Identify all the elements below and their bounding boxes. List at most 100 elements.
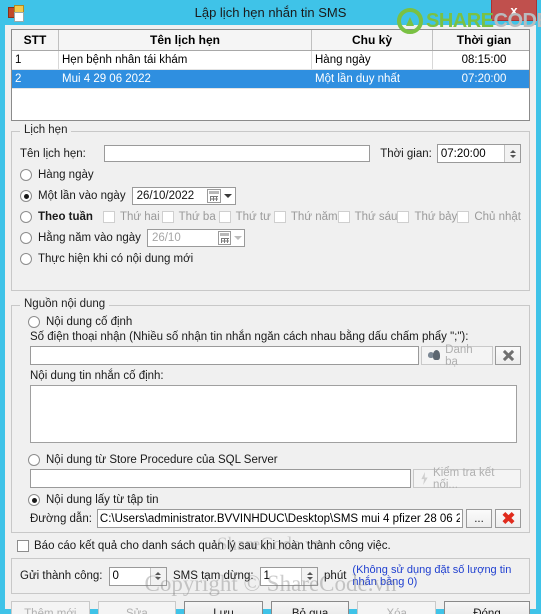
column-header-cycle[interactable]: Chu kỳ <box>311 30 433 51</box>
cell-stt: 1 <box>12 50 59 70</box>
label-sunday: Chủ nhật <box>474 211 521 223</box>
checkbox-friday[interactable] <box>337 211 350 223</box>
radio-fixed-content-row[interactable]: Nội dung cố định <box>20 316 521 328</box>
column-header-time[interactable]: Thời gian <box>432 30 529 51</box>
close-button[interactable]: Đóng <box>443 601 530 614</box>
file-path-input[interactable] <box>96 509 463 528</box>
lightning-icon <box>421 472 428 485</box>
cell-time: 07:20:00 <box>432 69 529 89</box>
radio-store-procedure-row[interactable]: Nội dung từ Store Procedure của SQL Serv… <box>20 454 521 466</box>
radio-from-file-row[interactable]: Nội dung lấy từ tập tin <box>20 494 521 506</box>
browse-file-button[interactable]: ... <box>466 509 492 528</box>
phone-number-label: Số điện thoại nhận (Nhiều số nhận tin nh… <box>30 331 469 343</box>
radio-on-new-content[interactable] <box>20 253 32 265</box>
appointment-name-label: Tên lịch hẹn: <box>20 147 86 160</box>
radio-weekly-label: Theo tuần <box>38 211 93 223</box>
appointment-time-input[interactable] <box>437 145 504 162</box>
add-new-button[interactable]: Thêm mới <box>11 601 90 614</box>
cell-name: Mui 4 29 06 2022 <box>58 69 312 89</box>
radio-once-label: Một lần vào ngày <box>38 190 126 202</box>
radio-daily-row[interactable]: Hàng ngày <box>20 169 521 181</box>
report-results-checkbox[interactable] <box>17 540 29 552</box>
radio-from-file-label: Nội dung lấy từ tập tin <box>46 494 159 506</box>
sent-spinner-arrows[interactable] <box>149 567 166 585</box>
chevron-down-icon[interactable] <box>232 230 244 246</box>
radio-weekly-row[interactable]: Theo tuần Thứ hai Thứ ba Thứ tư Thứ năm … <box>20 211 521 223</box>
message-content-label: Nội dung tin nhắn cố định: <box>30 370 164 382</box>
radio-from-file[interactable] <box>28 494 40 506</box>
cell-cycle: Hàng ngày <box>311 50 433 70</box>
radio-on-new-content-label: Thực hiện khi có nội dung mới <box>38 253 194 265</box>
once-date-picker[interactable]: 26/10/2022 <box>131 187 236 205</box>
checkbox-tuesday[interactable] <box>161 211 174 223</box>
radio-yearly[interactable] <box>20 232 32 244</box>
close-window-button[interactable]: x <box>491 0 537 21</box>
cancel-button[interactable]: Bỏ qua <box>270 601 350 614</box>
contacts-button[interactable]: Danh bạ <box>421 344 493 368</box>
time-spinner-arrows[interactable] <box>504 145 520 162</box>
radio-on-new-content-row[interactable]: Thực hiện khi có nội dung mới <box>20 253 521 265</box>
test-connection-button[interactable]: Kiểm tra kết nối... <box>413 467 521 491</box>
window-title: Lập lịch hẹn nhắn tin SMS <box>194 5 347 20</box>
column-header-stt[interactable]: STT <box>12 30 59 51</box>
checkbox-thursday[interactable] <box>273 211 286 223</box>
appointment-time-spinner[interactable] <box>436 144 521 163</box>
checkbox-sunday[interactable] <box>457 211 470 223</box>
calendar-icon <box>217 231 231 245</box>
sent-count-input[interactable] <box>109 567 150 585</box>
label-friday: Thứ sáu <box>354 211 398 223</box>
label-monday: Thứ hai <box>119 211 160 223</box>
radio-once[interactable] <box>20 190 32 202</box>
x-icon <box>501 348 516 363</box>
delete-button[interactable]: Xóa <box>357 601 436 614</box>
minute-label: phút <box>324 570 347 582</box>
title-bar: Lập lịch hẹn nhắn tin SMS x <box>0 0 541 25</box>
edit-button[interactable]: Sửa <box>97 601 177 614</box>
radio-daily[interactable] <box>20 169 32 181</box>
pause-spinner-arrows[interactable] <box>301 567 318 585</box>
phone-number-input[interactable] <box>30 346 419 365</box>
report-checkbox-row[interactable]: Báo cáo kết quả cho danh sách quản lý sa… <box>17 540 536 552</box>
grid-header-row: STT Tên lịch hẹn Chu kỳ Thời gian <box>12 30 529 51</box>
message-content-textarea[interactable] <box>30 385 517 443</box>
radio-yearly-row[interactable]: Hằng năm vào ngày 26/10 <box>20 229 521 247</box>
save-button[interactable]: Lưu <box>184 601 263 614</box>
table-row[interactable]: 2 Mui 4 29 06 2022 Một lần duy nhất 07:2… <box>12 69 529 89</box>
radio-fixed-content[interactable] <box>28 316 40 328</box>
column-header-name[interactable]: Tên lịch hẹn <box>58 30 312 51</box>
content-source-group-title: Nguồn nội dung <box>20 298 110 310</box>
content-source-group: Nguồn nội dung Nội dung cố định Số điện … <box>11 298 530 533</box>
label-saturday: Thứ bảy <box>414 211 458 223</box>
sms-schedule-dialog: Lập lịch hẹn nhắn tin SMS x STT Tên lịch… <box>0 0 541 614</box>
pause-spinner[interactable] <box>259 566 319 586</box>
sent-count-label: Gửi thành công: <box>20 570 103 582</box>
radio-store-procedure[interactable] <box>28 454 40 466</box>
calendar-icon <box>206 189 221 203</box>
yearly-date-value: 26/10 <box>151 232 181 244</box>
once-date-value: 26/10/2022 <box>136 190 195 202</box>
report-results-label: Báo cáo kết quả cho danh sách quản lý sa… <box>34 540 391 552</box>
appointment-name-input[interactable] <box>104 145 371 162</box>
checkbox-wednesday[interactable] <box>218 211 231 223</box>
clear-phone-button[interactable] <box>495 346 521 365</box>
radio-weekly[interactable] <box>20 211 32 223</box>
chevron-down-icon[interactable] <box>222 188 235 204</box>
sent-count-spinner[interactable] <box>108 566 167 586</box>
checkbox-saturday[interactable] <box>397 211 410 223</box>
status-note: (Không sử dụng đặt số lượng tin nhắn bằn… <box>352 564 512 588</box>
pause-input[interactable] <box>260 567 302 585</box>
store-procedure-input[interactable] <box>30 469 411 488</box>
delete-file-button[interactable] <box>495 509 521 528</box>
schedule-grid[interactable]: STT Tên lịch hẹn Chu kỳ Thời gian 1 Hẹn … <box>11 29 530 121</box>
yearly-date-picker[interactable]: 26/10 <box>146 229 245 247</box>
status-group: Gửi thành công: SMS tạm dừng: phút (Khôn… <box>11 558 530 594</box>
contacts-icon <box>428 349 441 362</box>
label-wednesday: Thứ tư <box>235 211 271 223</box>
radio-once-row[interactable]: Một lần vào ngày 26/10/2022 <box>20 187 521 205</box>
table-row[interactable]: 1 Hẹn bệnh nhân tái khám Hàng ngày 08:15… <box>12 50 529 70</box>
radio-fixed-content-label: Nội dung cố định <box>46 316 133 328</box>
label-thursday: Thứ năm <box>290 211 338 223</box>
pause-label: SMS tạm dừng: <box>172 570 254 582</box>
appointment-time-label: Thời gian: <box>380 147 432 160</box>
checkbox-monday[interactable] <box>102 211 115 223</box>
